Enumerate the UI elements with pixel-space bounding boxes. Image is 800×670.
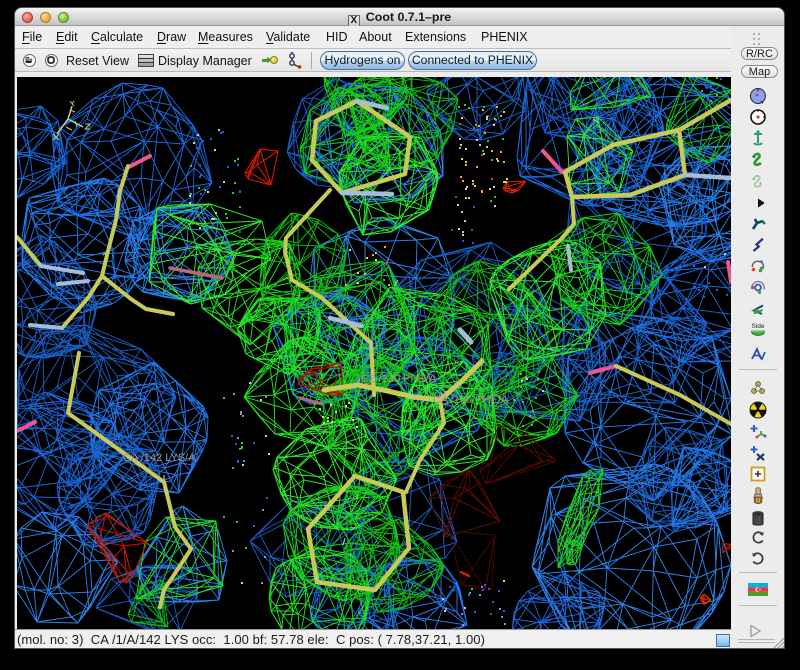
svg-text:CA /100 PHE/A: CA /100 PHE/A (433, 394, 509, 406)
svg-text:CA /142 LYS/A: CA /142 LYS/A (123, 452, 196, 464)
svg-text:Side: Side (751, 323, 764, 330)
svg-text:CZ /130 PHE/A: CZ /130 PHE/A (361, 373, 437, 385)
